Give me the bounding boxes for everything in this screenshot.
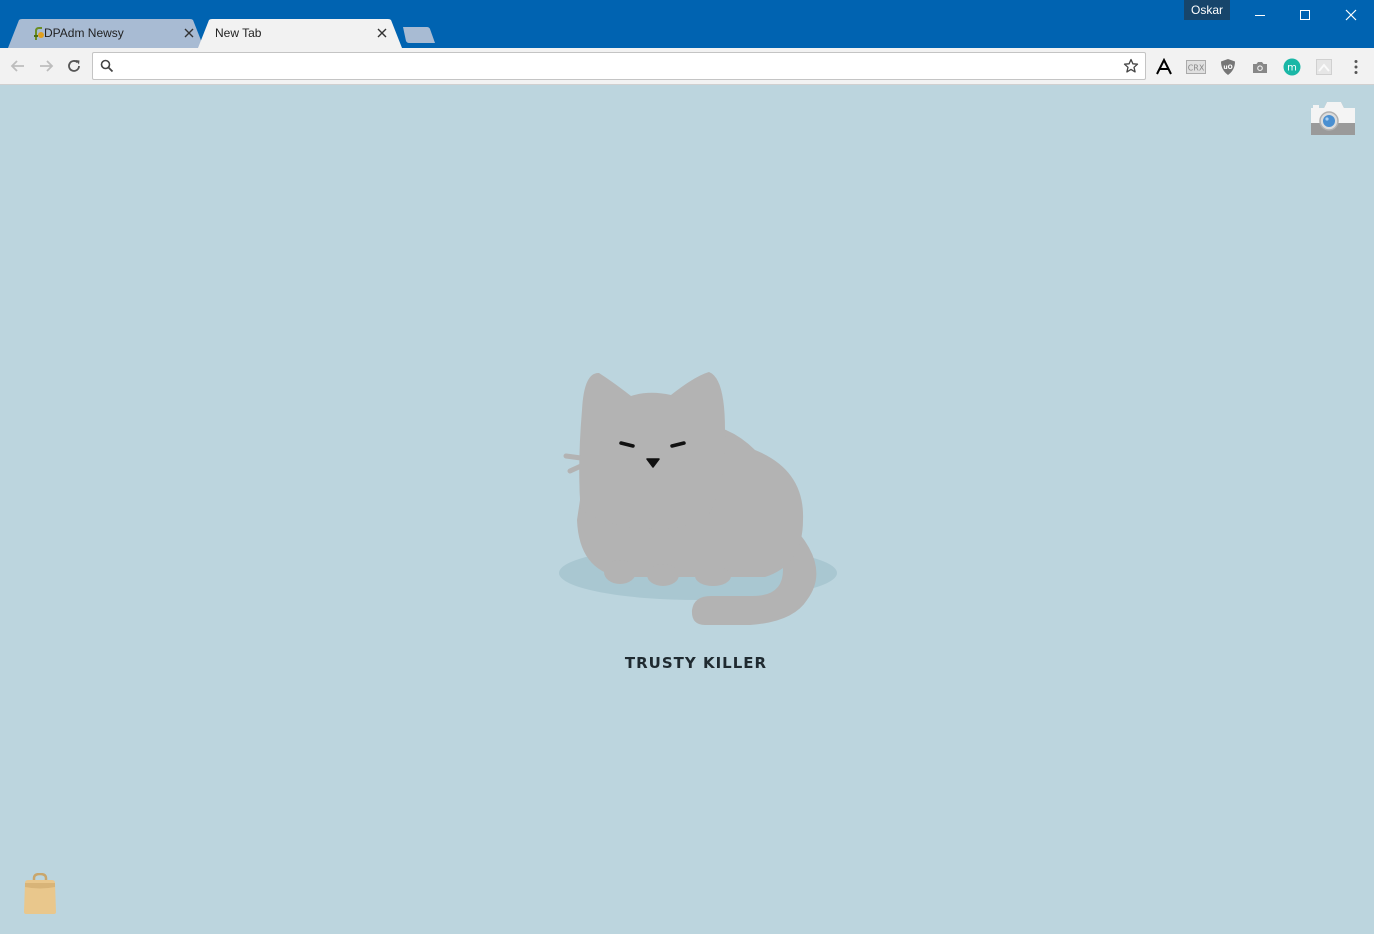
maximize-button[interactable] (1282, 0, 1328, 30)
svg-text:m: m (1287, 63, 1297, 74)
tab-title: DPAdm Newsy (44, 26, 124, 40)
m-extension-button[interactable]: m (1282, 57, 1302, 77)
cat-paw-right (695, 566, 731, 586)
tab-close-icon[interactable] (183, 27, 195, 39)
svg-text:uO: uO (1223, 64, 1232, 71)
close-icon (1345, 9, 1357, 21)
shopping-bag-icon[interactable] (22, 873, 58, 915)
arrow-right-icon (40, 60, 54, 72)
tab-close-icon[interactable] (376, 27, 388, 39)
ublock-extension-button[interactable]: uO (1218, 57, 1238, 77)
font-a-icon (1156, 58, 1172, 75)
tab-new-tab[interactable]: New Tab (198, 19, 402, 48)
browser-menu-button[interactable] (1346, 57, 1366, 77)
tab-dpadm-newsy[interactable]: DPAdm Newsy (8, 19, 204, 48)
browser-toolbar: CRX uO m (0, 48, 1374, 85)
star-icon[interactable] (1123, 58, 1139, 74)
reload-icon (68, 60, 80, 72)
camera-extension-button[interactable] (1250, 57, 1270, 77)
maximize-icon (1300, 10, 1310, 20)
cat-illustration (559, 372, 837, 625)
crx-icon: CRX (1186, 60, 1206, 74)
tab-title: New Tab (215, 26, 262, 40)
cat-paw-left (604, 560, 636, 584)
title-bar: DPAdm Newsy New Tab Oskar (0, 0, 1374, 48)
back-button[interactable] (8, 56, 28, 76)
new-tab-page: TRUSTY KILLER (0, 85, 1374, 934)
blank-extension-button[interactable] (1314, 57, 1334, 77)
crx-extension-button[interactable]: CRX (1186, 57, 1206, 77)
search-icon (100, 59, 114, 73)
cat-whiskers (563, 453, 584, 474)
cat-head (579, 372, 726, 529)
font-extension-button[interactable] (1154, 57, 1174, 77)
svg-text:CRX: CRX (1188, 64, 1205, 73)
address-bar[interactable] (92, 52, 1146, 80)
address-input[interactable] (121, 56, 1111, 76)
photo-camera-button[interactable] (1308, 97, 1358, 139)
pet-name-label: TRUSTY KILLER (624, 654, 768, 672)
forward-button[interactable] (36, 56, 56, 76)
close-window-button[interactable] (1328, 0, 1374, 30)
ublock-shield-icon: uO (1221, 59, 1235, 75)
reload-button[interactable] (64, 56, 84, 76)
m-extension-icon: m (1283, 58, 1301, 76)
minimize-button[interactable] (1237, 0, 1283, 30)
new-tab-button[interactable] (400, 27, 436, 43)
minimize-icon (1255, 15, 1265, 16)
profile-badge[interactable]: Oskar (1184, 0, 1230, 20)
arrow-left-icon (10, 60, 24, 72)
cat-paw-middle (647, 564, 679, 586)
more-vertical-icon (1354, 60, 1358, 74)
camera-icon (1253, 62, 1267, 73)
blank-extension-icon (1316, 59, 1332, 75)
